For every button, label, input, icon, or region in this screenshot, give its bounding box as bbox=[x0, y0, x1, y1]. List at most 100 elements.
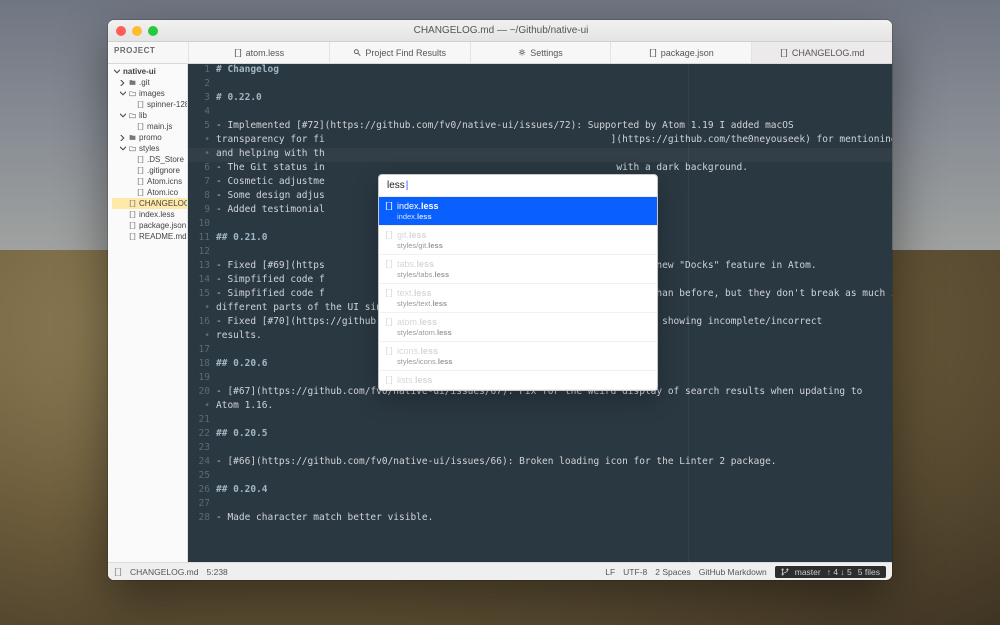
zoom-window-button[interactable] bbox=[148, 26, 158, 36]
status-cursor-position[interactable]: 5:238 bbox=[207, 567, 228, 577]
tab-package-json[interactable]: package.json bbox=[610, 42, 751, 63]
git-status[interactable]: master ↑ 4 ↓ 5 5 files bbox=[775, 566, 886, 578]
fuzzy-finder-result[interactable]: tabs.less styles/tabs.less bbox=[379, 255, 657, 284]
line-number: 11 bbox=[188, 232, 216, 246]
tree-item[interactable]: index.less bbox=[112, 209, 187, 220]
line-number: 16 bbox=[188, 316, 216, 330]
project-panel-header: PROJECT bbox=[108, 42, 188, 63]
editor-line[interactable]: 2 bbox=[188, 78, 892, 92]
wrap-guide bbox=[688, 64, 689, 562]
line-number: 1 bbox=[188, 64, 216, 78]
tree-root[interactable]: native-ui bbox=[112, 66, 187, 77]
text-editor[interactable]: 1# Changelog23# 0.22.045- Implemented [#… bbox=[188, 64, 892, 562]
line-number: 20 bbox=[188, 386, 216, 400]
editor-line[interactable]: 27 bbox=[188, 498, 892, 512]
status-grammar[interactable]: GitHub Markdown bbox=[699, 567, 767, 577]
editor-line[interactable]: 1# Changelog bbox=[188, 64, 892, 78]
tree-item[interactable]: .git bbox=[112, 77, 187, 88]
tree-item-label: .gitignore bbox=[147, 166, 180, 175]
tree-item[interactable]: Atom.icns bbox=[112, 176, 187, 187]
tree-item-label: .git bbox=[139, 78, 150, 87]
fuzzy-finder-result[interactable]: text.less styles/text.less bbox=[379, 284, 657, 313]
line-content: - Implemented [#72](https://github.com/f… bbox=[216, 120, 892, 134]
fuzzy-finder-result[interactable]: icons.less styles/icons.less bbox=[379, 342, 657, 371]
editor-line[interactable]: •and helping with th bbox=[188, 148, 892, 162]
line-number: • bbox=[188, 330, 216, 344]
tree-item[interactable]: .DS_Store bbox=[112, 154, 187, 165]
line-content: Atom 1.16. bbox=[216, 400, 892, 414]
tree-item[interactable]: main.js bbox=[112, 121, 187, 132]
status-line-ending[interactable]: LF bbox=[605, 567, 615, 577]
fuzzy-finder-result[interactable]: index.less index.less bbox=[379, 197, 657, 226]
tree-item[interactable]: images bbox=[112, 88, 187, 99]
status-indent[interactable]: 2 Spaces bbox=[655, 567, 690, 577]
editor-line[interactable]: •transparency for fi ](https://github.co… bbox=[188, 134, 892, 148]
tree-item-label: main.js bbox=[147, 122, 172, 131]
folder-open-icon bbox=[129, 145, 136, 152]
line-content: # Changelog bbox=[216, 64, 892, 78]
project-sidebar[interactable]: native-ui .gitimagesspinner-128.giflibma… bbox=[108, 64, 188, 562]
file-icon bbox=[137, 101, 144, 108]
editor-line[interactable]: 24- [#66](https://github.com/fv0/native-… bbox=[188, 456, 892, 470]
file-icon bbox=[385, 231, 393, 239]
fuzzy-finder-result[interactable]: lists.less bbox=[379, 371, 657, 390]
tree-item[interactable]: package.json bbox=[112, 220, 187, 231]
tree-item[interactable]: .gitignore bbox=[112, 165, 187, 176]
fuzzy-finder-result[interactable]: git.less styles/git.less bbox=[379, 226, 657, 255]
fuzzy-finder-result[interactable]: atom.less styles/atom.less bbox=[379, 313, 657, 342]
editor-line[interactable]: 28- Made character match better visible. bbox=[188, 512, 892, 526]
fuzzy-finder[interactable]: less index.less index.less git.less styl… bbox=[378, 174, 658, 391]
editor-line[interactable]: 26## 0.20.4 bbox=[188, 484, 892, 498]
result-path: styles/atom.less bbox=[397, 328, 649, 337]
minimize-window-button[interactable] bbox=[132, 26, 142, 36]
result-path: styles/git.less bbox=[397, 241, 649, 250]
tree-item-label: spinner-128.gif bbox=[147, 100, 188, 109]
editor-line[interactable]: 23 bbox=[188, 442, 892, 456]
tree-item[interactable]: spinner-128.gif bbox=[112, 99, 187, 110]
tab-settings[interactable]: Settings bbox=[470, 42, 611, 63]
status-file-name[interactable]: CHANGELOG.md bbox=[130, 567, 199, 577]
file-icon bbox=[129, 211, 136, 218]
tree-item-label: lib bbox=[139, 111, 147, 120]
tree-item[interactable]: promo bbox=[112, 132, 187, 143]
search-icon bbox=[353, 49, 361, 57]
file-icon bbox=[129, 222, 136, 229]
tree-item[interactable]: styles bbox=[112, 143, 187, 154]
tree-item[interactable]: lib bbox=[112, 110, 187, 121]
editor-line[interactable]: 22## 0.20.5 bbox=[188, 428, 892, 442]
git-ahead-behind: ↑ 4 ↓ 5 bbox=[827, 567, 852, 577]
chevron-right-icon bbox=[120, 135, 126, 141]
tree-item-label: package.json bbox=[139, 221, 186, 230]
editor-line[interactable]: 3# 0.22.0 bbox=[188, 92, 892, 106]
tab-changelog-md[interactable]: CHANGELOG.md bbox=[751, 42, 892, 63]
editor-line[interactable]: 25 bbox=[188, 470, 892, 484]
result-filename: git.less bbox=[397, 230, 649, 240]
file-icon bbox=[385, 318, 393, 326]
chevron-down-icon bbox=[120, 91, 126, 97]
git-files-changed: 5 files bbox=[858, 567, 880, 577]
line-number: 24 bbox=[188, 456, 216, 470]
line-number: • bbox=[188, 134, 216, 148]
line-content bbox=[216, 106, 892, 120]
line-content bbox=[216, 414, 892, 428]
file-icon bbox=[137, 178, 144, 185]
fuzzy-finder-input[interactable]: less bbox=[379, 175, 657, 197]
status-encoding[interactable]: UTF-8 bbox=[623, 567, 647, 577]
tab-project-find-results[interactable]: Project Find Results bbox=[329, 42, 470, 63]
editor-line[interactable]: 5- Implemented [#72](https://github.com/… bbox=[188, 120, 892, 134]
editor-line[interactable]: •Atom 1.16. bbox=[188, 400, 892, 414]
tab-atom-less[interactable]: atom.less bbox=[188, 42, 329, 63]
tree-item[interactable]: README.md bbox=[112, 231, 187, 242]
project-root-label: native-ui bbox=[123, 67, 156, 76]
close-window-button[interactable] bbox=[116, 26, 126, 36]
editor-line[interactable]: 21 bbox=[188, 414, 892, 428]
tree-item-label: Atom.ico bbox=[147, 188, 178, 197]
tree-item[interactable]: CHANGELOG.md bbox=[112, 198, 187, 209]
tab-label: package.json bbox=[661, 48, 714, 58]
editor-line[interactable]: 4 bbox=[188, 106, 892, 120]
tree-item[interactable]: Atom.ico bbox=[112, 187, 187, 198]
line-number: 9 bbox=[188, 204, 216, 218]
window-title: CHANGELOG.md — ~/Github/native-ui bbox=[158, 25, 844, 36]
line-number: 4 bbox=[188, 106, 216, 120]
file-icon bbox=[129, 200, 136, 207]
